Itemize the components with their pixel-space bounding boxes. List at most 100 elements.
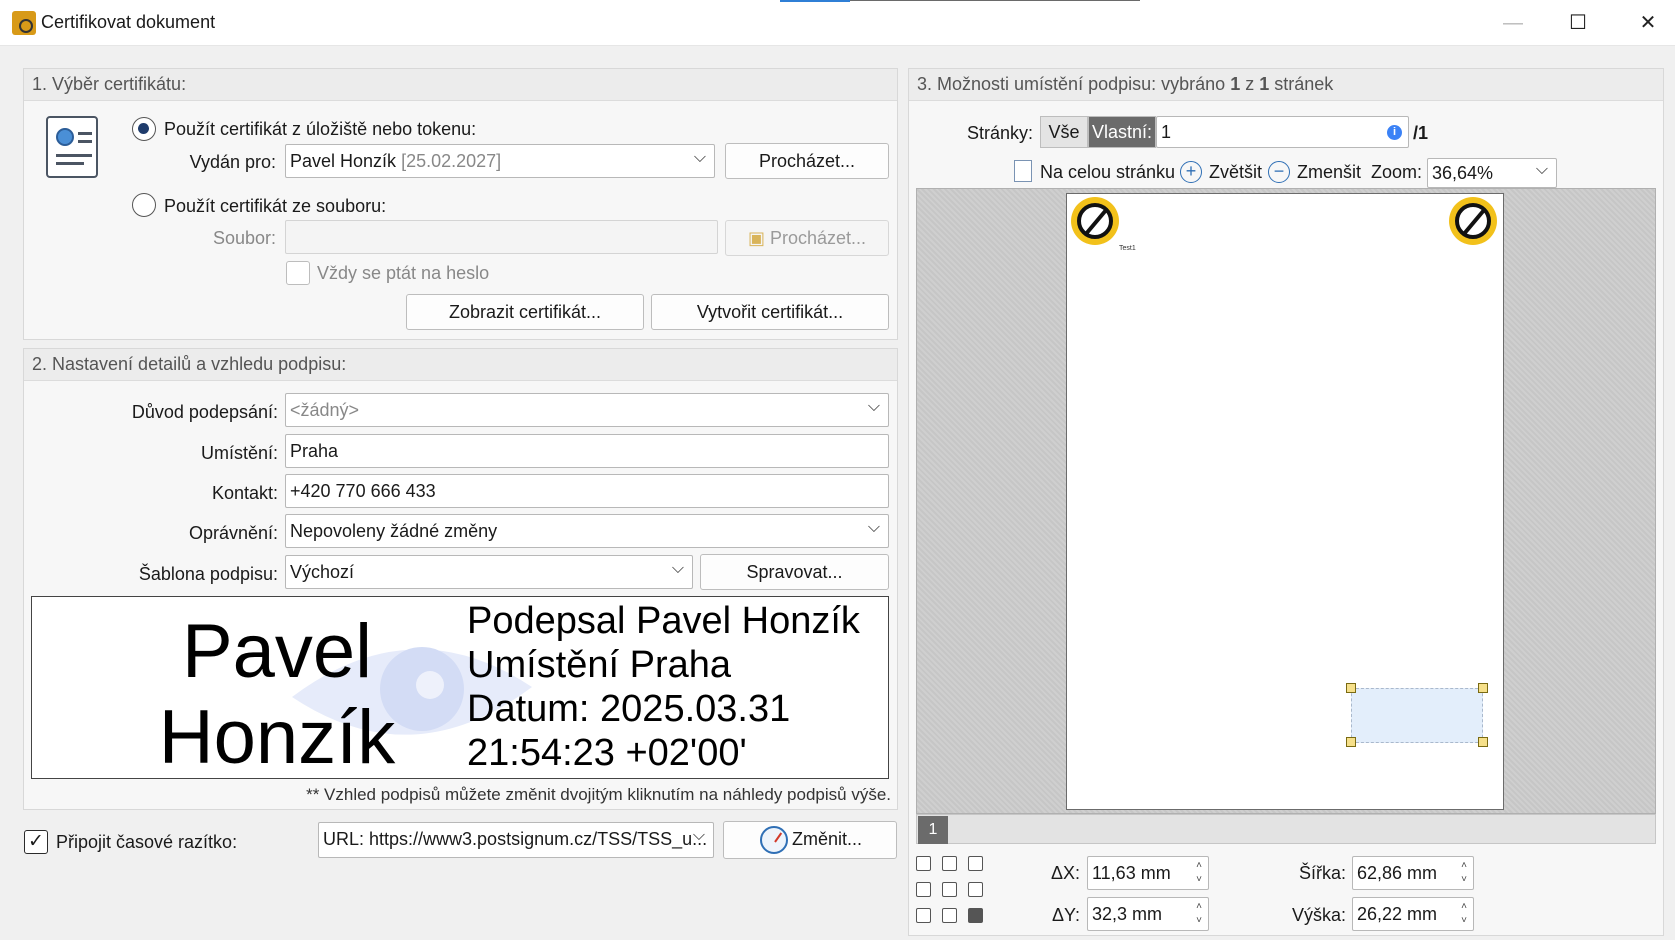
height-value: 26,22 mm [1357,904,1438,924]
signature-location: Umístění Praha [467,644,731,686]
anchor-bottom-left[interactable] [916,908,931,923]
anchor-bottom-right[interactable] [968,908,983,923]
timestamp-checkbox[interactable] [24,830,48,854]
anchor-top-center[interactable] [942,856,957,871]
pages-label: Stránky: [967,123,1034,143]
anchor-center[interactable] [942,882,957,897]
width-input[interactable]: 62,86 mm ˄ ˅ [1352,856,1474,890]
pages-value: 1 [1161,122,1172,142]
dy-value: 32,3 mm [1092,904,1163,924]
signature-name-first: Pavel [181,609,373,694]
use-store-radio[interactable] [132,117,156,141]
certificate-icon-line [56,154,92,157]
spin-arrows-icon[interactable]: ˄ ˅ [1461,859,1467,887]
placement-selected-count: 1 [1230,74,1241,94]
dy-label: ΔY: [1051,905,1080,925]
contact-label: Kontakt: [211,483,278,503]
signature-signed-by: Podepsal Pavel Honzík [467,600,860,642]
dx-label: ΔX: [1050,863,1080,883]
always-ask-password-checkbox[interactable] [286,261,310,285]
zoom-select[interactable]: 36,64% ⌵ [1427,158,1557,188]
permission-select[interactable]: Nepovoleny žádné změny ⌵ [285,514,889,548]
pages-all-button[interactable]: Vše [1040,116,1088,148]
always-ask-password-label: Vždy se ptát na heslo [317,263,490,283]
dy-input[interactable]: 32,3 mm ˄ ˅ [1087,897,1209,931]
browse-file-button[interactable]: ▣ Procházet... [725,220,889,256]
chevron-down-icon: ⌵ [867,398,880,415]
resize-handle[interactable] [1478,737,1488,747]
page-text: Test1 [1119,245,1136,252]
anchor-top-right[interactable] [968,856,983,871]
pdf-certify-app-icon [12,11,36,35]
spin-arrows-icon[interactable]: ˄ ˅ [1196,900,1202,928]
chevron-down-icon: ⌵ [671,560,684,577]
issued-for-name: Pavel Honzík [290,151,397,171]
anchor-bottom-center[interactable] [942,908,957,923]
maximize-button[interactable]: ☐ [1555,8,1601,38]
fit-page-icon[interactable] [1014,160,1032,182]
issued-for-date: [25.02.2027] [401,151,502,171]
page-number-tab[interactable]: 1 [918,816,948,844]
height-input[interactable]: 26,22 mm ˄ ˅ [1352,897,1474,931]
create-certificate-button[interactable]: Vytvořit certifikát... [651,294,889,330]
stamp-icon [1071,197,1119,245]
timestamp-url-value: URL: https://www3.postsignum.cz/TSS/TSS_… [323,829,708,849]
anchor-middle-left[interactable] [916,882,931,897]
chevron-down-icon: ⌵ [867,519,880,536]
window-title: Certifikovat dokument [41,12,216,32]
issued-for-label: Vydán pro: [189,152,276,172]
template-select[interactable]: Výchozí ⌵ [285,555,693,589]
folder-icon: ▣ [747,228,765,248]
zoom-label: Zoom: [1371,162,1423,182]
placement-heading-mid: z [1245,74,1255,94]
signature-name-last: Honzík [158,695,396,779]
certificate-seal [56,128,74,146]
file-input[interactable] [285,220,718,254]
title-bar: Certifikovat dokument — ☐ ✕ [0,0,1675,46]
use-file-radio[interactable] [132,193,156,217]
browse-store-button[interactable]: Procházet... [725,143,889,179]
contact-input[interactable]: +420 770 666 433 [285,474,889,508]
spin-arrows-icon[interactable]: ˄ ˅ [1461,900,1467,928]
anchor-top-left[interactable] [916,856,931,871]
zoom-in-icon[interactable]: + [1180,161,1202,183]
resize-handle[interactable] [1478,683,1488,693]
reason-select[interactable]: <žádný> ⌵ [285,393,889,427]
browse-file-label: Procházet... [769,228,867,248]
resize-handle[interactable] [1346,683,1356,693]
zoom-out-label[interactable]: Zmenšit [1297,162,1361,183]
change-timestamp-button[interactable]: Změnit... [723,821,897,859]
use-file-label: Použít certifikát ze souboru: [164,196,387,216]
signature-details-text: Podepsal Pavel Honzík Umístění Praha Dat… [467,599,860,775]
title-bar-accent [780,0,850,2]
timestamp-url-select[interactable]: URL: https://www3.postsignum.cz/TSS/TSS_… [318,822,714,858]
signature-placement-heading: 3. Možnosti umístění podpisu: vybráno 1 … [909,69,1663,101]
chevron-down-icon: ⌵ [1535,161,1548,178]
minimize-button[interactable]: — [1490,8,1536,38]
info-icon: i [1387,125,1402,140]
manage-templates-button[interactable]: Spravovat... [700,554,889,590]
spin-arrows-icon[interactable]: ˄ ˅ [1196,859,1202,887]
chevron-down-icon: ⌵ [693,149,706,166]
fit-page-label[interactable]: Na celou stránku [1040,162,1175,183]
close-button[interactable]: ✕ [1625,8,1671,38]
permission-label: Oprávnění: [188,523,278,543]
zoom-out-icon[interactable]: − [1268,161,1290,183]
dx-input[interactable]: 11,63 mm ˄ ˅ [1087,856,1209,890]
location-input[interactable]: Praha [285,434,889,468]
signature-preview[interactable]: Pavel Honzík Podepsal Pavel Honzík Umíst… [31,596,889,779]
signature-name: Pavel Honzík [112,609,442,779]
show-certificate-button[interactable]: Zobrazit certifikát... [406,294,644,330]
certificate-icon-line [78,140,92,143]
pages-custom-button[interactable]: Vlastní: [1088,116,1156,148]
clock-icon [760,826,788,854]
anchor-middle-right[interactable] [968,882,983,897]
issued-for-select[interactable]: Pavel Honzík [25.02.2027] ⌵ [285,144,715,178]
signature-time: 21:54:23 +02'00' [467,732,747,774]
certificate-icon-line [78,132,92,135]
pages-input[interactable]: 1 i [1156,116,1409,148]
zoom-in-label[interactable]: Zvětšit [1209,162,1262,183]
signature-placement-box[interactable] [1351,688,1483,743]
resize-handle[interactable] [1346,737,1356,747]
signature-details-heading: 2. Nastavení detailů a vzhledu podpisu: [24,349,897,381]
